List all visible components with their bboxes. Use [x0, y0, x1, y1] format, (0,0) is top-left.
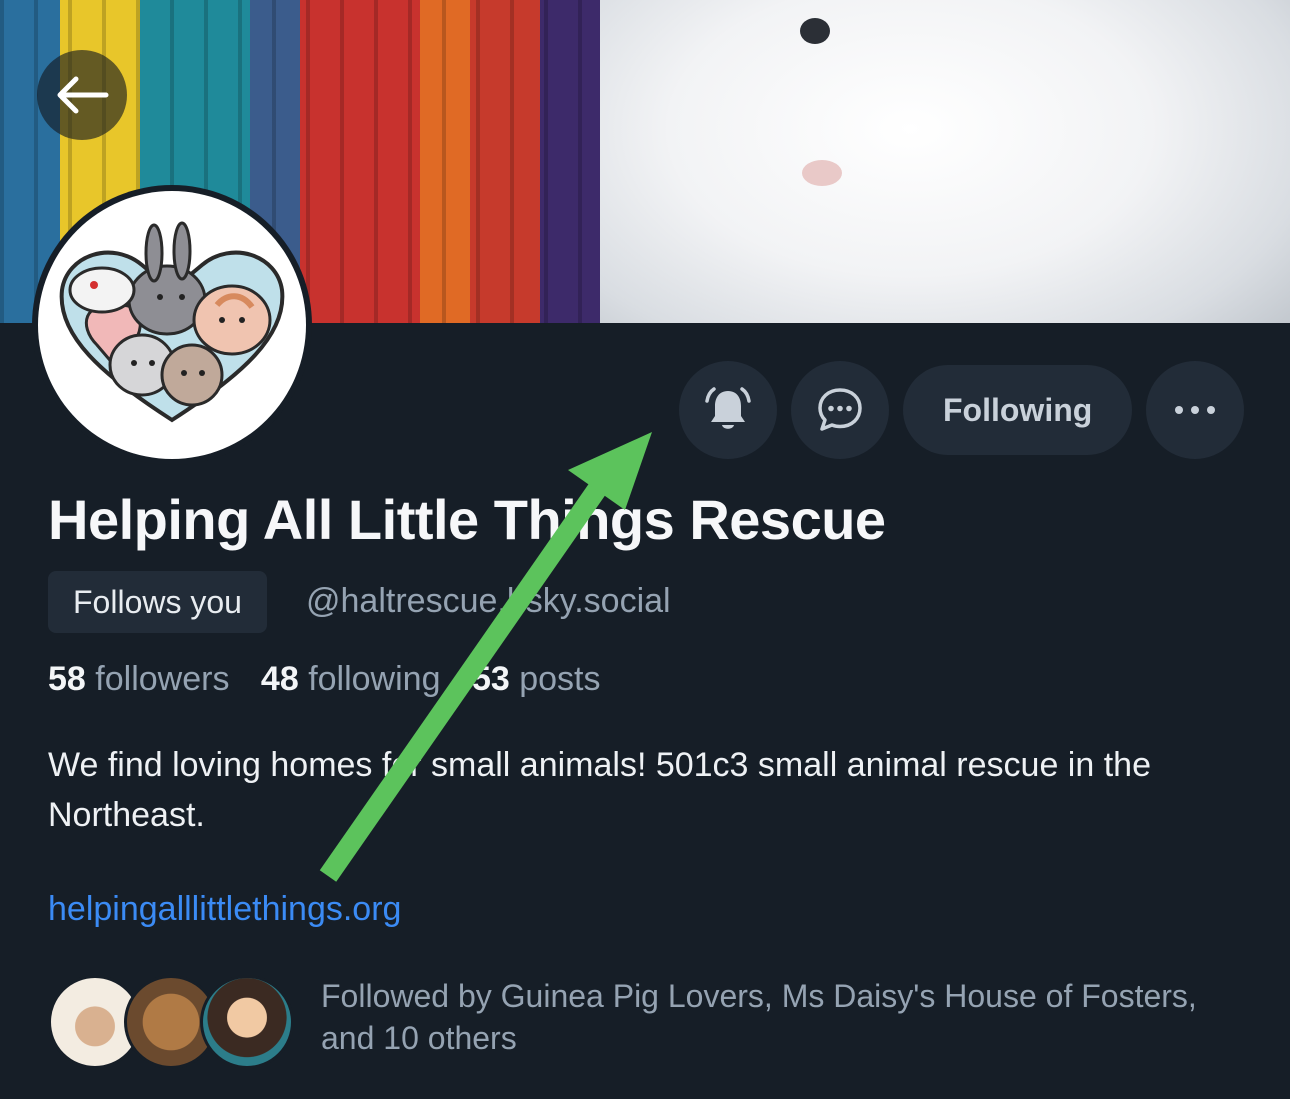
back-button[interactable]	[37, 50, 127, 140]
posts-label: posts	[519, 660, 601, 698]
follows-you-label: Follows you	[73, 583, 242, 620]
profile-stats: 58 followers 48 following 53 posts	[48, 660, 623, 699]
posts-stat: 53 posts	[472, 660, 601, 698]
rescue-logo	[38, 191, 306, 459]
followers-stat[interactable]: 58 followers	[48, 660, 229, 698]
animals-heart-logo-icon	[59, 221, 285, 423]
followers-label: followers	[95, 660, 230, 698]
more-options-button[interactable]	[1146, 361, 1245, 459]
profile-actions: Following	[679, 361, 1245, 459]
profile-bio: We find loving homes for small animals! …	[48, 746, 1151, 834]
posts-count: 53	[471, 660, 510, 698]
follows-you-badge: Follows you	[48, 571, 267, 633]
followers-count: 58	[48, 660, 86, 698]
profile-display-name: Helping All Little Things Rescue	[48, 488, 886, 551]
follower-avatar	[200, 975, 294, 1069]
arrow-left-icon	[57, 76, 109, 114]
banner-guinea-pig	[600, 0, 1290, 323]
followed-by-text[interactable]: Followed by Guinea Pig Lovers, Ms Daisy'…	[321, 975, 1221, 1059]
profile-handle: @haltrescue.bsky.social	[306, 582, 671, 620]
following-stat[interactable]: 48 following	[261, 660, 441, 698]
following-label: following	[308, 660, 441, 698]
following-count: 48	[260, 660, 299, 698]
bell-ringing-icon	[705, 387, 751, 429]
following-button-label: Following	[943, 391, 1093, 428]
message-button[interactable]	[791, 361, 889, 459]
profile-website-link[interactable]: helpingalllittlethings.org	[48, 890, 401, 929]
notifications-button[interactable]	[679, 361, 777, 459]
chat-bubble-icon	[818, 388, 862, 431]
banner-guinea-pig-eye	[800, 18, 830, 44]
banner-guinea-pig-nose	[802, 160, 842, 186]
profile-avatar[interactable]	[32, 185, 312, 465]
ellipsis-icon	[1175, 406, 1216, 414]
known-followers-avatars[interactable]	[48, 975, 294, 1069]
following-button[interactable]: Following	[903, 365, 1133, 455]
